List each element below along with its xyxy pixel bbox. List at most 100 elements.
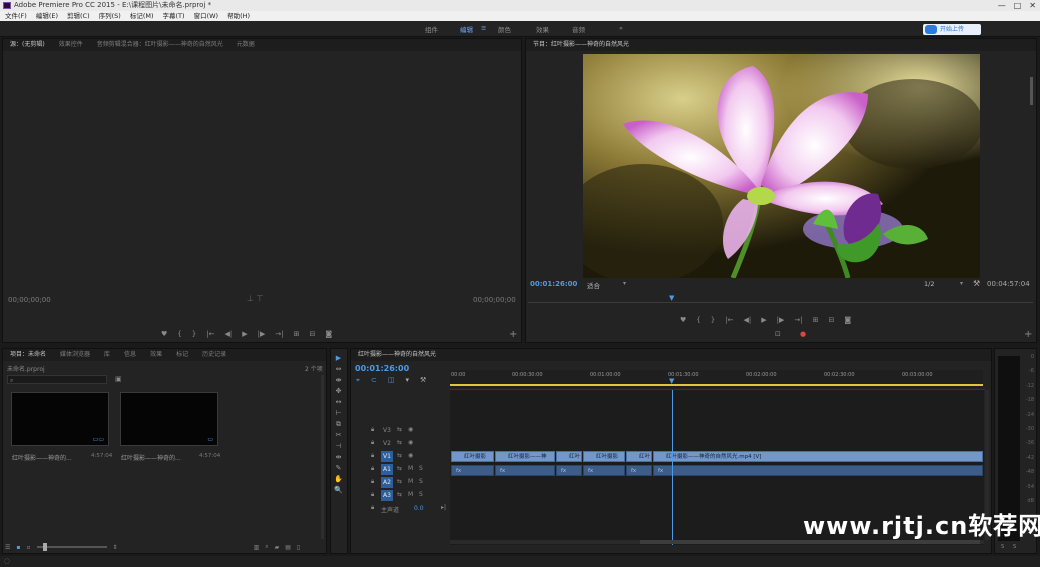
add-marker-button[interactable]: ♥	[680, 316, 686, 324]
maximize-button[interactable]: □	[1014, 0, 1022, 11]
mark-in-button[interactable]: {	[177, 330, 181, 338]
play-button[interactable]: ▶	[242, 330, 247, 338]
tab-metadata[interactable]: 元数据	[230, 39, 262, 51]
freeform-view-icon[interactable]: ▫	[26, 544, 30, 551]
solo-icon[interactable]: S	[419, 465, 423, 472]
master-volume-value[interactable]: 0.0	[414, 505, 424, 512]
marker-icon[interactable]: ▾	[405, 376, 409, 385]
project-item-name[interactable]: 红叶摄影——神奇的...	[121, 453, 181, 462]
step-forward-button[interactable]: |▶	[777, 316, 785, 324]
video-clip[interactable]: 红叶摄影——神	[495, 451, 555, 462]
project-item-thumbnail[interactable]: ▭	[120, 392, 218, 446]
tab-audio-clip-mixer[interactable]: 音频剪辑混合器：红叶摄影——神奇的自然风光	[90, 39, 230, 51]
automate-sequence-icon[interactable]: ▥	[254, 544, 260, 551]
menu-help[interactable]: 帮助(H)	[227, 11, 250, 21]
timeline-playhead-line[interactable]	[672, 390, 673, 545]
lock-icon[interactable]: 🔒︎	[371, 491, 374, 499]
pen-tool-icon[interactable]: ✎	[333, 464, 344, 473]
mute-icon[interactable]: M	[408, 465, 413, 472]
sync-lock-icon[interactable]: ⇆	[397, 439, 402, 446]
step-forward-button[interactable]: |▶	[258, 330, 266, 338]
multi-tool-icon[interactable]: ⧉	[333, 420, 344, 429]
video-clip[interactable]: 红叶摄影	[451, 451, 494, 462]
fit-dropdown-icon[interactable]: ▾	[623, 280, 626, 287]
overwrite-button[interactable]: ⊟	[309, 330, 315, 338]
new-bin-icon[interactable]: ▣	[115, 375, 122, 383]
lock-icon[interactable]: 🔒︎	[371, 465, 374, 473]
solo-icon[interactable]: S	[419, 491, 423, 498]
tab-effect-controls[interactable]: 效果控件	[52, 39, 90, 51]
audio-clip[interactable]: fx	[653, 465, 983, 476]
trash-icon[interactable]: ▯	[297, 544, 300, 551]
work-area-bar[interactable]	[450, 384, 983, 386]
insert-button[interactable]: ⊞	[294, 330, 300, 338]
selection-tool-icon[interactable]: ▶	[333, 354, 344, 363]
step-back-button[interactable]: ◀|	[743, 316, 751, 324]
extract-button[interactable]: ⊟	[828, 316, 834, 324]
slip-tool-icon[interactable]: ⊣	[333, 442, 344, 451]
ripple-edit-tool-icon[interactable]: ⇼	[333, 376, 344, 385]
zoom-slider-handle[interactable]	[42, 543, 47, 551]
razor-alt-tool-icon[interactable]: ⊢	[333, 409, 344, 418]
source-timecode-in[interactable]: 00;00;00;00	[8, 296, 51, 304]
tab-media-browser[interactable]: 媒体浏览器	[53, 349, 97, 361]
workspace-menu-icon[interactable]: ≡	[481, 24, 486, 32]
source-add-button-icon[interactable]: +	[509, 329, 517, 340]
project-scrollbar[interactable]	[321, 375, 324, 539]
track-select-tool-icon[interactable]: ⇔	[333, 365, 344, 374]
menu-clip[interactable]: 剪辑(C)	[67, 11, 90, 21]
workspace-audio[interactable]: 音频	[572, 24, 585, 34]
go-to-out-button[interactable]: →|	[794, 316, 802, 324]
new-item-icon[interactable]: ▤	[285, 544, 291, 551]
solo-right-button[interactable]: S	[1013, 544, 1016, 550]
project-search-input[interactable]: ⌕	[7, 375, 107, 384]
go-to-in-button[interactable]: |←	[206, 330, 214, 338]
workspace-overflow[interactable]: »	[619, 24, 623, 32]
linked-selection-icon[interactable]: ⊂	[371, 376, 377, 385]
minimize-button[interactable]: —	[998, 0, 1006, 11]
close-button[interactable]: ✕	[1029, 0, 1036, 11]
audio-clip[interactable]: fx	[556, 465, 582, 476]
tab-source[interactable]: 源：(无剪辑)	[3, 39, 52, 51]
project-item-thumbnail[interactable]: ▭▭	[11, 392, 109, 446]
video-clip[interactable]: 红叶	[626, 451, 652, 462]
snap-icon[interactable]: ⌖	[356, 376, 360, 385]
eye-icon[interactable]: ◉	[408, 426, 413, 433]
tab-libraries[interactable]: 库	[97, 349, 117, 361]
sort-icon[interactable]: ⇕	[113, 544, 118, 551]
icon-view-icon[interactable]: ▪	[16, 544, 20, 551]
timeline-ruler[interactable]: 00:00 00:00:30:00 00:01:00:00 00:01:30:0…	[450, 370, 983, 388]
go-to-in-button[interactable]: |←	[725, 316, 733, 324]
program-timecode[interactable]: 00:01:26:00	[530, 280, 577, 288]
lock-icon[interactable]: 🔒︎	[371, 439, 374, 447]
workspace-color[interactable]: 颜色	[498, 24, 511, 34]
list-view-icon[interactable]: ☰	[5, 544, 10, 551]
workspace-editing[interactable]: 编辑	[460, 24, 473, 34]
rolling-edit-tool-icon[interactable]: ✥	[333, 387, 344, 396]
menu-sequence[interactable]: 序列(S)	[99, 11, 121, 21]
menu-title[interactable]: 字幕(T)	[163, 11, 185, 21]
program-scrollbar[interactable]	[1030, 77, 1033, 105]
hand-tool-icon[interactable]: ✋	[333, 475, 344, 484]
find-icon[interactable]: ⌕	[265, 543, 268, 551]
video-clip[interactable]: 红叶	[556, 451, 582, 462]
menu-edit[interactable]: 编辑(E)	[36, 11, 58, 21]
eye-icon[interactable]: ◉	[408, 452, 413, 459]
eye-icon[interactable]: ◉	[408, 439, 413, 446]
sync-lock-icon[interactable]: ⇆	[397, 478, 402, 485]
source-settings-icon[interactable]: ⊥ ⊤	[247, 294, 263, 303]
sync-lock-icon[interactable]: ⇆	[397, 452, 402, 459]
menu-marker[interactable]: 标记(M)	[130, 11, 154, 21]
track-label-v1[interactable]: V1	[381, 451, 393, 462]
mute-icon[interactable]: M	[408, 491, 413, 498]
go-to-out-button[interactable]: →|	[275, 330, 283, 338]
export-frame-button[interactable]: ◙	[325, 330, 332, 338]
sync-lock-icon[interactable]: ⇆	[397, 465, 402, 472]
new-bin-footer-icon[interactable]: ▰	[275, 544, 280, 551]
lock-icon[interactable]: 🔒︎	[371, 504, 374, 512]
menu-file[interactable]: 文件(F)	[5, 11, 27, 21]
menu-window[interactable]: 窗口(W)	[194, 11, 219, 21]
step-back-button[interactable]: ◀|	[224, 330, 232, 338]
program-fit-select[interactable]: 适合	[587, 280, 600, 290]
tab-sequence[interactable]: 红叶摄影——神奇的自然风光	[351, 349, 443, 361]
